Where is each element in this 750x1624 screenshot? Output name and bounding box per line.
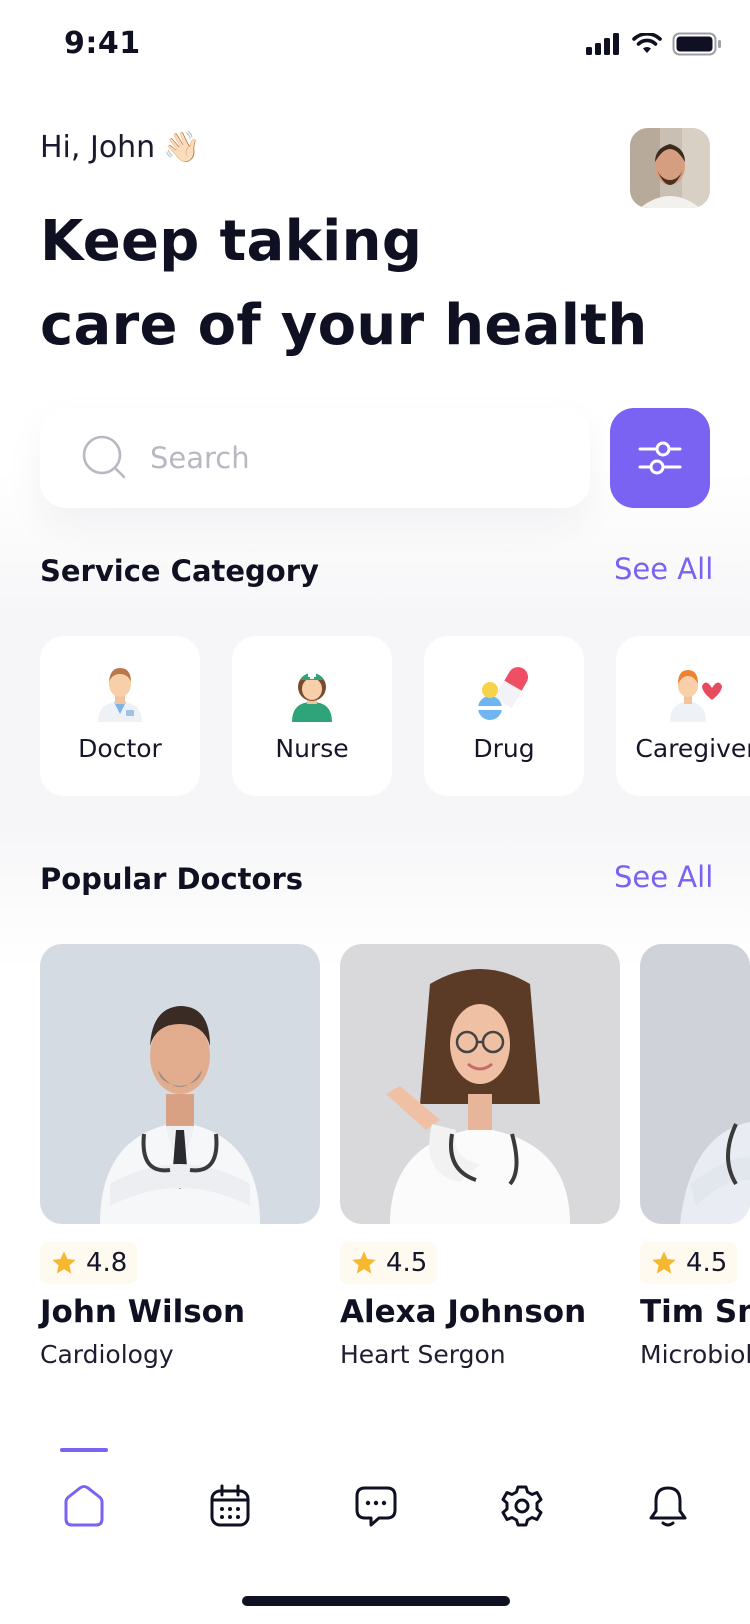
status-time: 9:41: [64, 26, 141, 61]
wifi-icon: [632, 33, 662, 53]
battery-icon: [672, 32, 721, 56]
user-avatar-image: [630, 128, 710, 208]
search-box[interactable]: [40, 408, 590, 508]
tab-chat[interactable]: [346, 1476, 406, 1536]
home-indicator: [242, 1596, 510, 1606]
service-category-title: Service Category: [40, 554, 319, 588]
doctor-specialty: Microbiology: [640, 1340, 750, 1369]
greeting-text: Hi, John: [40, 130, 156, 165]
headline-line-1: Keep taking: [40, 209, 423, 274]
avatar[interactable]: [630, 128, 710, 208]
service-see-all-link[interactable]: See All: [614, 552, 713, 586]
doctor-specialty: Cardiology: [40, 1340, 174, 1369]
tab-notifications[interactable]: [638, 1476, 698, 1536]
star-icon: [652, 1251, 676, 1274]
settings-icon: [501, 1485, 543, 1527]
filter-sliders-icon: [638, 441, 682, 475]
star-icon: [52, 1251, 76, 1274]
doctor-name: Tim Smith: [640, 1294, 750, 1330]
popular-doctors-title: Popular Doctors: [40, 862, 304, 896]
rating-badge: 4.5: [340, 1242, 438, 1284]
doctors-see-all-link[interactable]: See All: [614, 860, 713, 894]
signal-icon: [586, 33, 619, 55]
doctor-icon: [98, 668, 142, 722]
rating-badge: 4.5: [640, 1242, 738, 1284]
nurse-icon: [292, 671, 332, 722]
category-card-caregiver[interactable]: Caregiver: [616, 636, 750, 796]
category-label-doctor: Doctor: [78, 734, 162, 763]
caregiver-icon: [670, 670, 722, 722]
doctor-name: John Wilson: [40, 1294, 246, 1330]
search-input[interactable]: [150, 441, 530, 475]
search-icon: [82, 435, 126, 479]
doctor-photo: [40, 944, 320, 1224]
category-card-nurse[interactable]: Nurse: [232, 636, 392, 796]
waving-hand-icon: 👋🏻: [163, 130, 201, 165]
tab-home[interactable]: [54, 1476, 114, 1536]
rating-value: 4.5: [386, 1248, 428, 1278]
doctor-specialty: Heart Sergon: [340, 1340, 506, 1369]
doctor-photo: [340, 944, 620, 1224]
filter-button[interactable]: [610, 408, 710, 508]
rating-badge: 4.8: [40, 1242, 138, 1284]
bell-icon: [649, 1486, 687, 1527]
chat-icon: [355, 1486, 397, 1527]
category-label-nurse: Nurse: [275, 734, 349, 763]
rating-value: 4.8: [86, 1248, 128, 1278]
doctor-card[interactable]: 4.8 John Wilson Cardiology: [40, 944, 320, 1369]
rating-value: 4.5: [686, 1248, 728, 1278]
home-icon: [64, 1485, 104, 1527]
tab-settings[interactable]: [492, 1476, 552, 1536]
doctor-card[interactable]: 4.5 Alexa Johnson Heart Sergon: [340, 944, 620, 1369]
doctor-photo: [640, 944, 750, 1224]
pill-icon: [478, 667, 528, 720]
category-card-doctor[interactable]: Doctor: [40, 636, 200, 796]
category-label-caregiver: Caregiver: [635, 734, 750, 763]
category-card-drug[interactable]: Drug: [424, 636, 584, 796]
tab-calendar[interactable]: [200, 1476, 260, 1536]
doctor-name: Alexa Johnson: [340, 1294, 587, 1330]
tab-active-indicator: [60, 1448, 108, 1452]
headline-line-2: care of your health: [40, 293, 648, 358]
headline: Keep taking care of your health: [40, 200, 648, 368]
category-label-drug: Drug: [473, 734, 535, 763]
star-icon: [352, 1251, 376, 1274]
status-icons: [586, 32, 722, 56]
greeting: Hi, John 👋🏻: [40, 130, 201, 165]
calendar-icon: [210, 1484, 250, 1527]
doctor-card[interactable]: 4.5 Tim Smith Microbiology: [640, 944, 750, 1369]
